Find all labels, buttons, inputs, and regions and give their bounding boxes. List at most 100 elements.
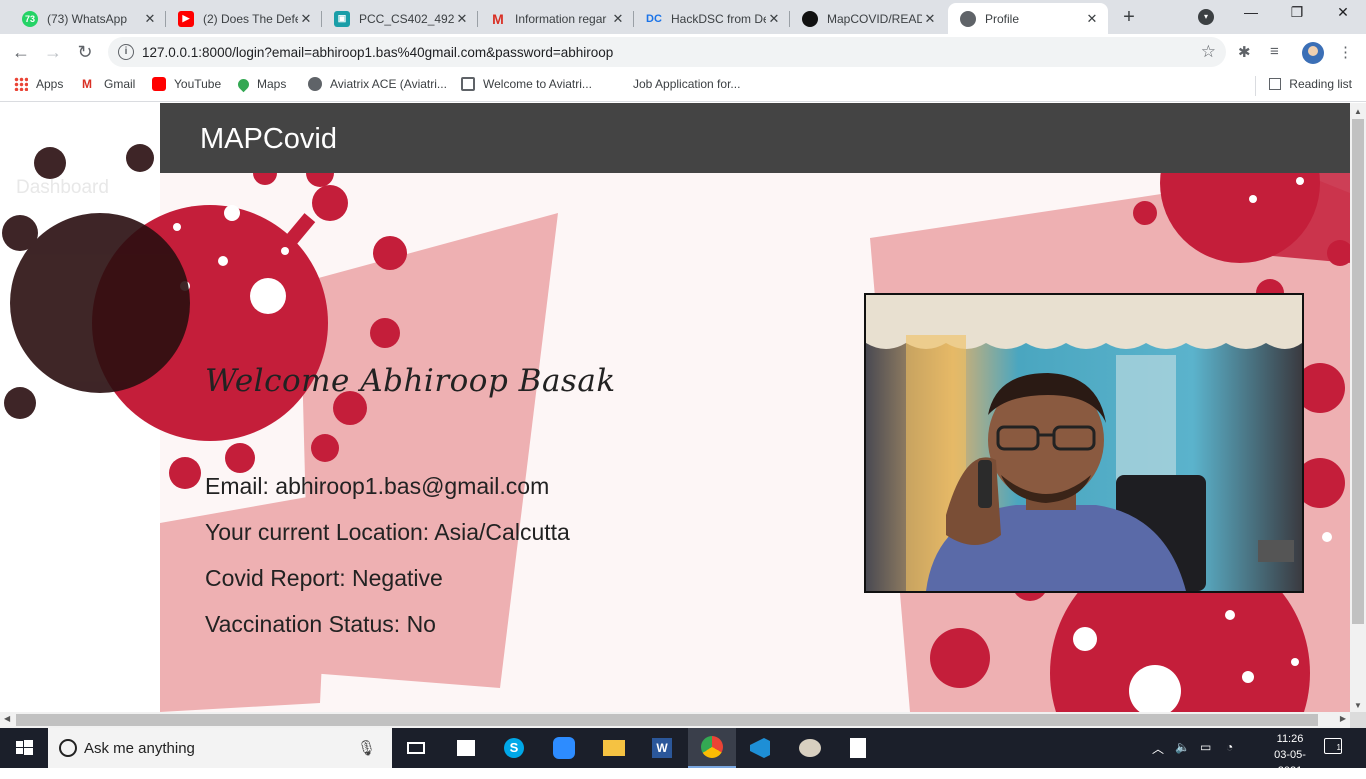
globe-icon xyxy=(308,77,322,91)
minimize-button[interactable]: — xyxy=(1228,4,1274,20)
tray-chevron-up-icon[interactable]: ︿ xyxy=(1152,740,1164,757)
app-brand[interactable]: MAPCovid xyxy=(200,123,337,156)
url-text[interactable]: 127.0.0.1:8000/login?email=abhiroop1.bas… xyxy=(142,45,613,60)
close-icon[interactable]: ✕ xyxy=(766,11,782,27)
tab-gmail[interactable]: M Information regar ✕ xyxy=(478,3,634,34)
vscode-icon[interactable] xyxy=(736,728,784,768)
tab-title: HackDSC from De xyxy=(671,11,766,26)
sidebar: Dashboard xyxy=(0,103,160,712)
bookmark-star-icon[interactable]: ☆ xyxy=(1201,42,1216,62)
scroll-down-arrow-icon[interactable]: ▼ xyxy=(1354,701,1362,710)
skype-icon[interactable]: S xyxy=(490,728,538,768)
scroll-left-arrow-icon[interactable]: ◀ xyxy=(4,714,10,723)
clock-date: 03-05-2021 xyxy=(1274,749,1306,777)
paint-icon[interactable] xyxy=(786,728,834,768)
windows-logo-icon xyxy=(16,740,33,755)
tab-classroom[interactable]: ▣ PCC_CS402_492(2 ✕ xyxy=(322,3,478,34)
page-viewport: Dashboard MAPCovid Welcome Abhiroop Basa… xyxy=(0,103,1350,712)
tab-youtube[interactable]: ▶ (2) Does The Defe ✕ xyxy=(166,3,322,34)
scroll-right-arrow-icon[interactable]: ▶ xyxy=(1340,714,1346,723)
tab-search-icon[interactable]: ▾ xyxy=(1198,9,1214,25)
tab-title: (73) WhatsApp xyxy=(47,11,128,26)
media-control-icon[interactable]: ≡ xyxy=(1270,43,1279,60)
bookmark-maps[interactable]: Maps xyxy=(235,76,287,92)
youtube-icon xyxy=(152,77,166,91)
bookmark-label: Maps xyxy=(257,77,287,91)
tab-title: Information regar xyxy=(515,11,607,26)
vaccination-status-line: Vaccination Status: No xyxy=(205,611,436,637)
gmail-icon: M xyxy=(82,77,92,91)
bookmark-welcome-aviatrix[interactable]: Welcome to Aviatri... xyxy=(461,77,592,91)
tab-title: MapCOVID/READ xyxy=(827,11,922,26)
system-clock[interactable]: 11:26 03-05-2021 xyxy=(1262,731,1318,779)
notepad-icon[interactable] xyxy=(834,728,882,768)
scrollbar-corner xyxy=(1350,712,1366,728)
word-icon[interactable]: W xyxy=(638,728,686,768)
extensions-icon[interactable]: ✱ xyxy=(1238,43,1251,61)
new-tab-button[interactable]: + xyxy=(1118,6,1140,28)
apps-grid-icon xyxy=(14,77,28,91)
gmail-icon: M xyxy=(492,10,504,27)
bookmark-gmail[interactable]: M Gmail xyxy=(82,77,135,91)
vertical-scrollbar[interactable]: ▲ ▼ xyxy=(1350,103,1366,712)
tab-github[interactable]: MapCOVID/READ ✕ xyxy=(790,3,946,34)
reload-button[interactable]: ↻ xyxy=(74,41,96,63)
welcome-heading: Welcome Abhiroop Basak xyxy=(205,363,616,399)
microphone-icon[interactable]: 🎙 xyxy=(357,739,376,757)
close-icon[interactable]: ✕ xyxy=(298,11,314,27)
tab-title: (2) Does The Defe xyxy=(203,11,298,26)
action-center-icon[interactable]: 1 xyxy=(1324,738,1342,754)
sidebar-item-dashboard[interactable]: Dashboard xyxy=(16,177,109,199)
windows-taskbar: Ask me anything 🎙 S W ︿ 🔈 ▭ ◔ 11:26 03-0… xyxy=(0,728,1366,777)
tab-whatsapp[interactable]: 73 (73) WhatsApp ✕ xyxy=(10,3,166,34)
address-bar[interactable]: i 127.0.0.1:8000/login?email=abhiroop1.b… xyxy=(108,37,1226,67)
bookmark-youtube[interactable]: YouTube xyxy=(152,77,221,91)
notification-count: 1 xyxy=(1336,743,1341,752)
bookmark-aviatrix-ace[interactable]: Aviatrix ACE (Aviatri... xyxy=(308,77,447,91)
horizontal-scrollbar[interactable]: ◀ ▶ xyxy=(0,712,1350,728)
browser-toolbar: ← → ↻ i 127.0.0.1:8000/login?email=abhir… xyxy=(0,34,1366,70)
close-icon[interactable]: ✕ xyxy=(610,11,626,27)
task-view-icon[interactable] xyxy=(392,728,440,768)
menu-kebab-icon[interactable]: ⋮ xyxy=(1338,43,1353,61)
cortana-icon xyxy=(59,739,77,757)
bookmark-label: Welcome to Aviatri... xyxy=(483,77,592,91)
tab-hackdsc[interactable]: DC HackDSC from De ✕ xyxy=(634,3,790,34)
wifi-icon[interactable]: ◔ xyxy=(1226,740,1233,754)
chrome-icon[interactable] xyxy=(688,728,736,768)
forward-button[interactable]: → xyxy=(42,41,64,63)
start-button[interactable] xyxy=(0,728,48,768)
bookmarks-bar: Apps M Gmail YouTube Maps Aviatrix ACE (… xyxy=(0,70,1366,102)
close-icon[interactable]: ✕ xyxy=(454,11,470,27)
back-button[interactable]: ← xyxy=(10,41,32,63)
bookmark-apps[interactable]: Apps xyxy=(14,77,63,91)
vertical-scroll-thumb[interactable] xyxy=(1352,119,1364,624)
close-icon[interactable]: ✕ xyxy=(922,11,938,27)
profile-avatar[interactable] xyxy=(1302,42,1324,64)
maps-pin-icon xyxy=(235,76,252,92)
file-explorer-icon[interactable] xyxy=(590,728,638,768)
bookmark-label: Gmail xyxy=(104,77,136,91)
zoom-icon[interactable] xyxy=(540,728,588,768)
dsc-icon: DC xyxy=(646,12,662,25)
tab-title: Profile xyxy=(985,11,1020,26)
site-info-icon[interactable]: i xyxy=(118,44,134,60)
tab-profile[interactable]: Profile ✕ xyxy=(948,3,1108,34)
bookmark-job-application[interactable]: Job Application for... xyxy=(611,77,740,91)
github-icon xyxy=(802,10,818,27)
maximize-button[interactable]: ❐ xyxy=(1274,4,1320,21)
profile-photo xyxy=(864,293,1304,593)
close-icon[interactable]: ✕ xyxy=(142,11,158,27)
close-icon[interactable]: ✕ xyxy=(1084,11,1100,27)
tab-title: PCC_CS402_492(2 xyxy=(359,11,454,26)
horizontal-scroll-thumb[interactable] xyxy=(16,714,1318,726)
taskbar-search-box[interactable]: Ask me anything 🎙 xyxy=(48,728,392,768)
reading-list-button[interactable]: Reading list xyxy=(1269,77,1352,91)
volume-icon[interactable]: 🔈 xyxy=(1175,740,1190,754)
covid-report-line: Covid Report: Negative xyxy=(205,565,443,591)
scroll-up-arrow-icon[interactable]: ▲ xyxy=(1354,107,1362,116)
battery-icon[interactable]: ▭ xyxy=(1200,740,1211,754)
store-icon[interactable] xyxy=(442,728,490,768)
close-window-button[interactable]: ✕ xyxy=(1320,4,1366,21)
whatsapp-icon: 73 xyxy=(22,10,38,27)
